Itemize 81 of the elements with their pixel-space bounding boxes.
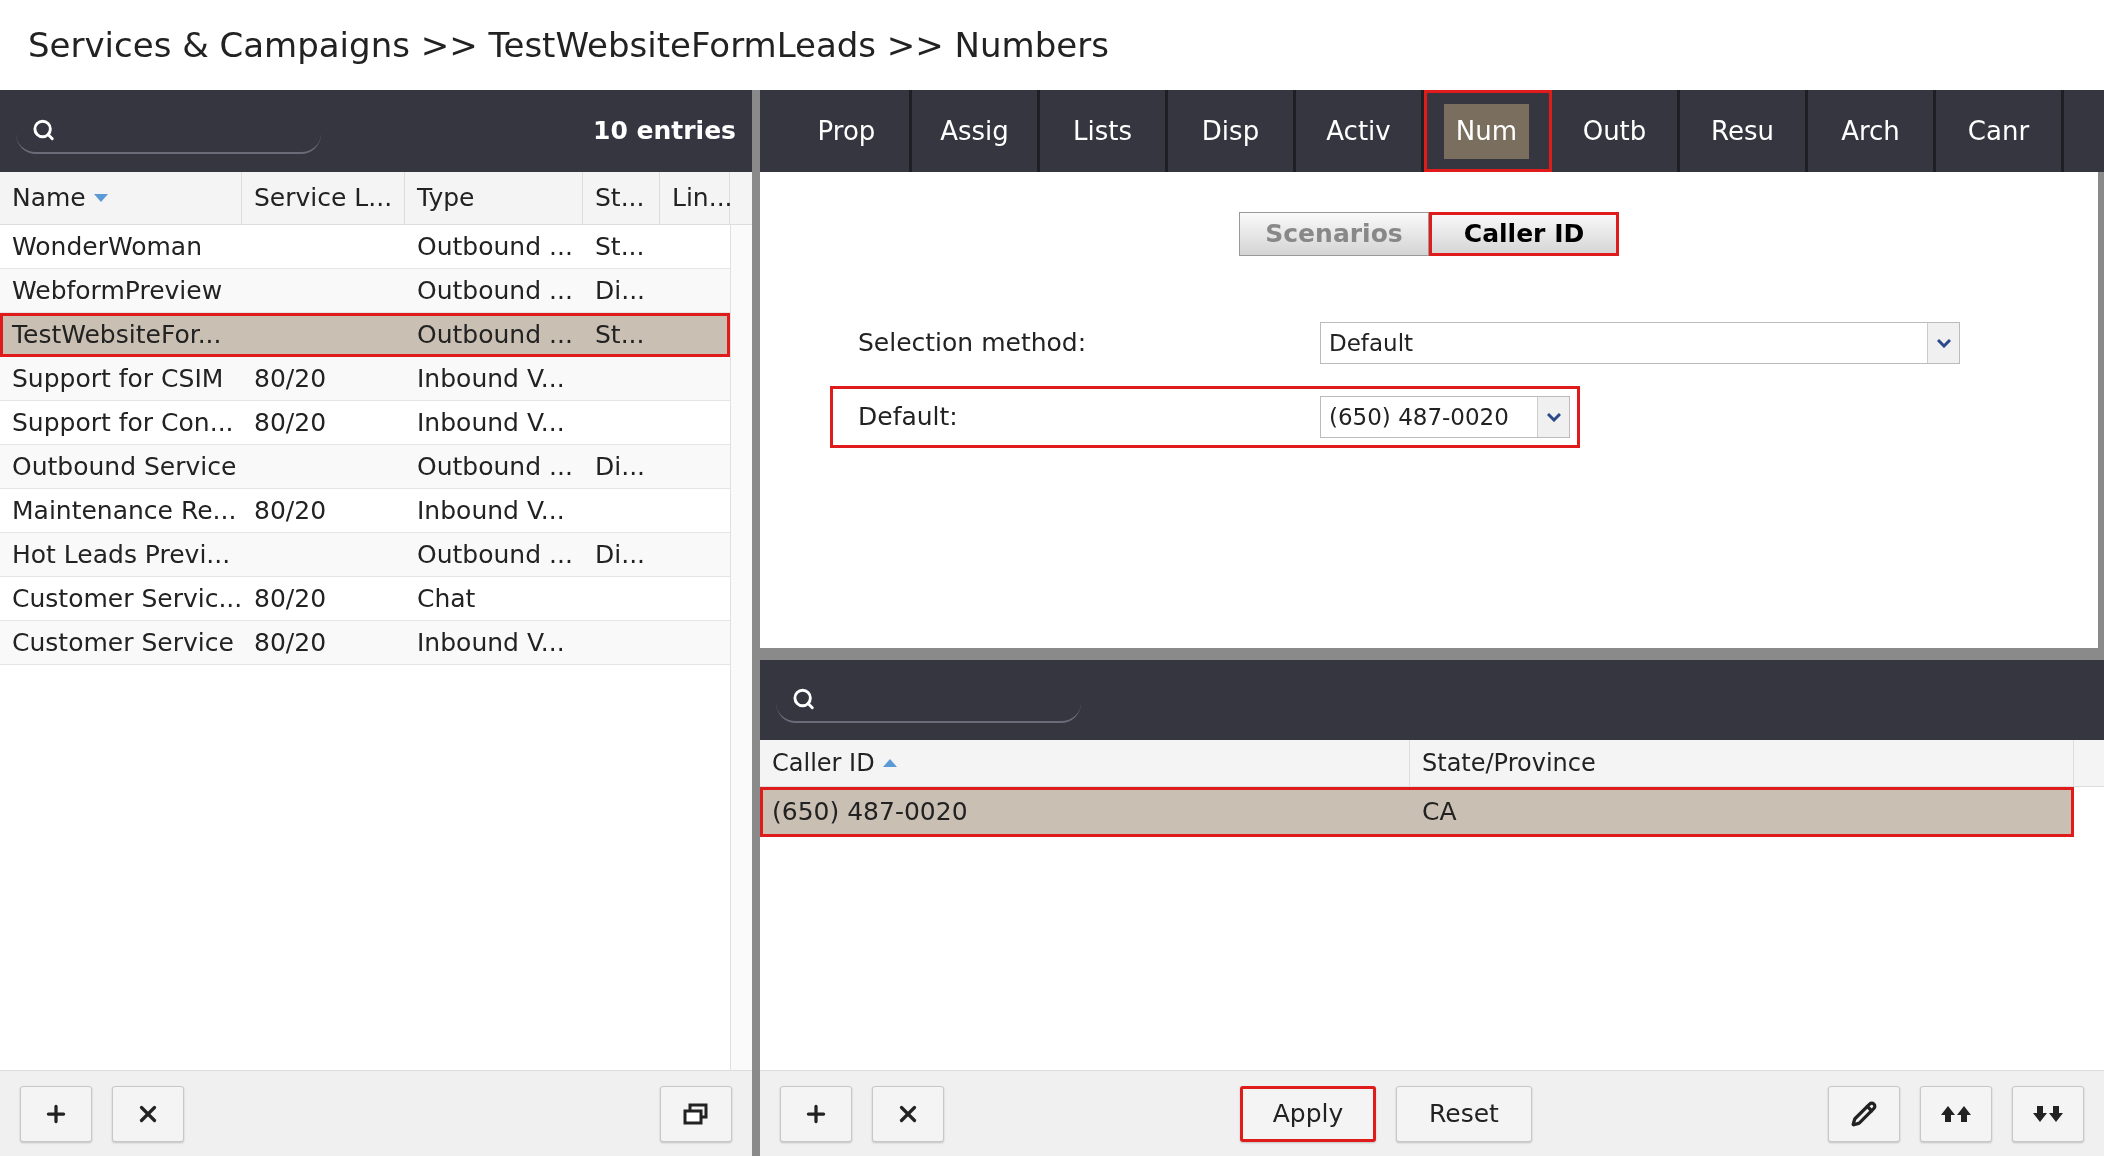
column-header[interactable]: Caller ID — [760, 740, 1410, 786]
dropdown[interactable]: (650) 487-0020 — [1320, 396, 1570, 438]
add-button[interactable] — [780, 1085, 852, 1142]
table-cell: 80/20 — [254, 583, 327, 613]
tab[interactable]: Disp — [1168, 90, 1296, 172]
table-cell: Outbound ... — [417, 319, 573, 349]
text-button[interactable]: Apply — [1240, 1085, 1376, 1142]
tab[interactable]: Prop — [784, 90, 912, 172]
edit-button[interactable] — [1828, 1085, 1900, 1142]
table-cell: 80/20 — [254, 495, 327, 525]
table-cell: Inbound V... — [417, 495, 565, 525]
table-cell: WonderWoman — [12, 231, 202, 261]
table-cell: Support for Con... — [12, 407, 234, 437]
table-row[interactable]: Customer Service 80/20 Inbound V... — [0, 621, 730, 665]
tab[interactable]: Num — [1424, 90, 1552, 172]
column-header[interactable]: Type — [405, 172, 583, 224]
table-cell: (650) 487-0020 — [772, 797, 968, 827]
column-header[interactable]: Name — [0, 172, 242, 224]
column-header[interactable]: Service L... — [242, 172, 405, 224]
table-cell: Chat — [417, 583, 476, 613]
table-cell: Support for CSIM — [12, 363, 224, 393]
table-cell: St... — [595, 231, 645, 261]
double-up-arrow-icon — [1940, 1104, 1972, 1123]
table-cell: Customer Service — [12, 627, 234, 657]
tab[interactable]: Activ — [1296, 90, 1424, 172]
table-cell: WebformPreview — [12, 275, 223, 305]
table-cell: Inbound V... — [417, 407, 565, 437]
tab[interactable]: Outb — [1552, 90, 1680, 172]
field-label: Selection method: — [858, 327, 1088, 360]
dropdown-caret-icon — [1927, 323, 1959, 363]
table-cell: Outbound ... — [417, 451, 573, 481]
table-row[interactable]: Support for CSIM 80/20 Inbound V... — [0, 357, 730, 401]
table-cell: Di... — [595, 275, 646, 305]
table-cell: 80/20 — [254, 363, 327, 393]
delete-button[interactable] — [872, 1085, 944, 1142]
table-row[interactable]: Hot Leads Previ... Outbound ... Di... — [0, 533, 730, 577]
table-cell: Outbound ... — [417, 539, 573, 569]
double-down-arrow-icon — [2032, 1104, 2064, 1123]
pencil-icon — [1851, 1100, 1877, 1127]
table-cell: Maintenance Re... — [12, 495, 237, 525]
breadcrumb-title: Services & Campaigns >> TestWebsiteFormLeads >> Numbers — [28, 23, 1109, 67]
field-label: Default: — [858, 401, 959, 434]
table-row[interactable]: (650) 487-0020 CA — [760, 787, 2074, 837]
dropdown[interactable]: Default — [1320, 322, 1960, 364]
table-cell: 80/20 — [254, 627, 327, 657]
move-to-bottom-button[interactable] — [2012, 1085, 2084, 1142]
sub-tab[interactable]: Caller ID — [1429, 212, 1619, 256]
tab[interactable]: Arch — [1808, 90, 1936, 172]
move-to-top-button[interactable] — [1920, 1085, 1992, 1142]
windows-icon — [683, 1102, 709, 1125]
table-cell: Outbound ... — [417, 231, 573, 261]
table-cell: CA — [1422, 797, 1457, 827]
table-cell: Di... — [595, 451, 646, 481]
search-icon — [792, 686, 816, 712]
text-button[interactable]: Reset — [1396, 1085, 1532, 1142]
table-row[interactable]: TestWebsiteFor... Outbound ... St... — [0, 313, 730, 357]
table-cell: Inbound V... — [417, 363, 565, 393]
table-cell: TestWebsiteFor... — [12, 319, 222, 349]
table-cell: Outbound Service — [12, 451, 237, 481]
delete-button[interactable] — [112, 1085, 184, 1142]
dropdown-caret-icon — [1537, 397, 1569, 437]
table-cell: Outbound ... — [417, 275, 573, 305]
table-row[interactable]: WebformPreview Outbound ... Di... — [0, 269, 730, 313]
column-header[interactable]: St... — [583, 172, 660, 224]
add-button[interactable] — [20, 1085, 92, 1142]
column-header[interactable]: State/Province — [1410, 740, 2074, 786]
tab[interactable]: Assig — [912, 90, 1040, 172]
table-cell: Inbound V... — [417, 627, 565, 657]
tab[interactable]: Resu — [1680, 90, 1808, 172]
search-icon — [32, 117, 56, 143]
tab[interactable]: Lists — [1040, 90, 1168, 172]
entries-count: 10 entries — [593, 115, 736, 148]
table-cell: Customer Servic... — [12, 583, 243, 613]
table-cell: 80/20 — [254, 407, 327, 437]
tab[interactable]: Canr — [1936, 90, 2064, 172]
column-header[interactable]: Lin... — [660, 172, 730, 224]
table-cell: Di... — [595, 539, 646, 569]
table-row[interactable]: Outbound Service Outbound ... Di... — [0, 445, 730, 489]
windows-button[interactable] — [660, 1085, 732, 1142]
table-cell: Hot Leads Previ... — [12, 539, 231, 569]
table-cell: St... — [595, 319, 645, 349]
